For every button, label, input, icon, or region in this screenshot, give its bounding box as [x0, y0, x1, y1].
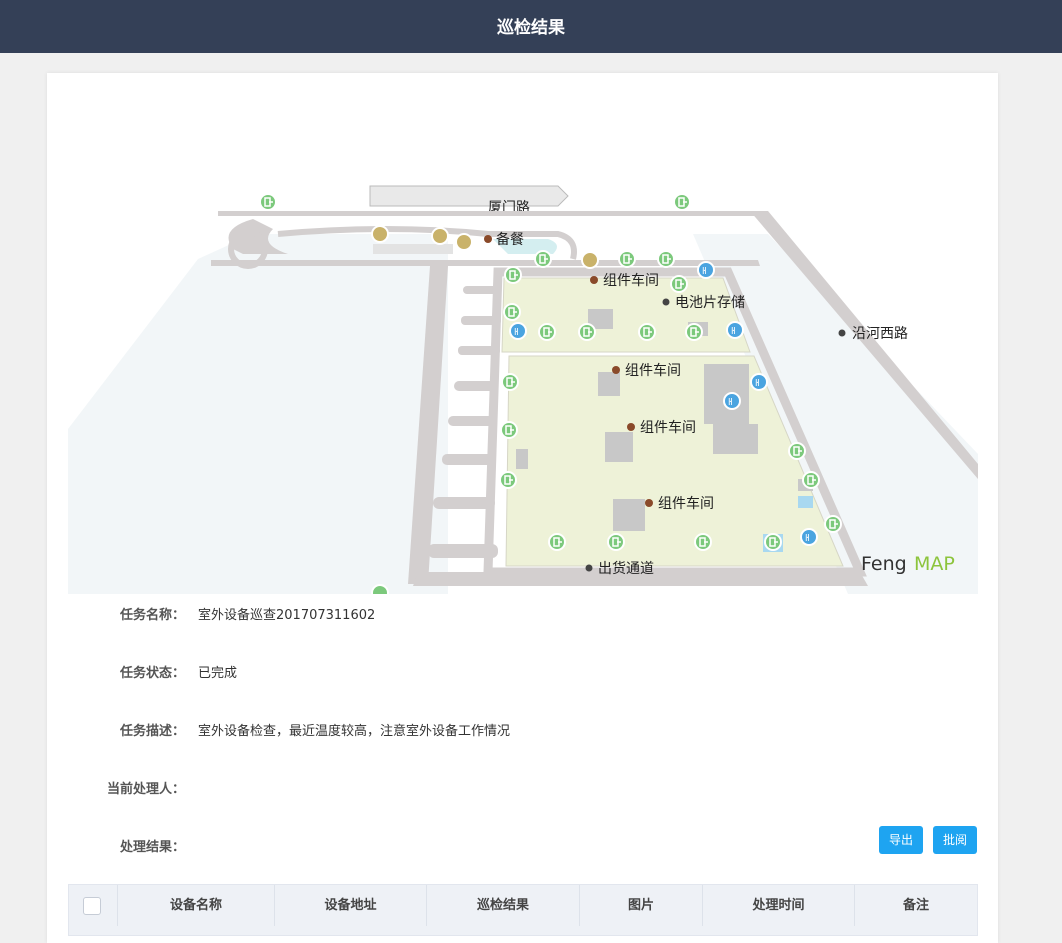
- task-status-row: 任务状态： 已完成: [47, 662, 998, 686]
- page-header: 巡检结果: [0, 0, 1062, 53]
- col-process-time[interactable]: 处理时间: [703, 885, 855, 926]
- col-image[interactable]: 图片: [580, 885, 703, 926]
- task-desc-row: 任务描述： 室外设备检查，最近温度较高，注意室外设备工作情况: [47, 720, 998, 744]
- svg-text:ŀl: ŀl: [702, 267, 707, 277]
- task-status-label: 任务状态：: [119, 666, 185, 681]
- map-watermark-feng: Feng: [861, 553, 907, 575]
- map-label-river-road: 沿河西路: [852, 326, 908, 342]
- top-building: [369, 185, 569, 207]
- select-all-header: [69, 885, 118, 926]
- page-title: 巡检结果: [497, 18, 565, 38]
- col-remark[interactable]: 备注: [855, 885, 977, 926]
- result-table: 设备名称 设备地址 巡检结果 图片 处理时间 备注: [68, 884, 978, 936]
- task-name-row: 任务名称： 室外设备巡查201707311602: [47, 604, 998, 628]
- task-name-value: 室外设备巡查201707311602: [198, 608, 376, 623]
- svg-text:ŀl: ŀl: [755, 379, 760, 389]
- col-inspection-result[interactable]: 巡检结果: [427, 885, 580, 926]
- map-label-workshop-4: 组件车间: [658, 495, 714, 512]
- task-name-label: 任务名称：: [119, 608, 185, 623]
- canteen-block: [373, 244, 453, 254]
- col-device-address[interactable]: 设备地址: [275, 885, 427, 926]
- task-result-label: 处理结果：: [119, 840, 185, 855]
- map-label-battery-storage: 电池片存储: [675, 295, 745, 311]
- map-label-workshop-3: 组件车间: [640, 419, 696, 436]
- map-watermark-map: MAP: [914, 553, 955, 575]
- task-handler-row: 当前处理人：: [47, 778, 998, 802]
- map-label-workshop-2: 组件车间: [625, 362, 681, 379]
- floor-map-canvas[interactable]: 厦门路 ŀl ŀl ŀl ŀl ŀl ŀl 备餐 组件车间 电池片存储 沿河西路…: [68, 94, 978, 594]
- col-device-name[interactable]: 设备名称: [118, 885, 275, 926]
- map-label-shipping: 出货通道: [598, 560, 654, 577]
- svg-text:ŀl: ŀl: [728, 398, 733, 408]
- task-handler-label: 当前处理人：: [106, 782, 185, 797]
- map-label-workshop-1: 组件车间: [603, 272, 659, 289]
- svg-text:ŀl: ŀl: [731, 327, 736, 337]
- zone-upper: [501, 277, 751, 353]
- ground-left: [68, 234, 448, 594]
- result-card: 厦门路 ŀl ŀl ŀl ŀl ŀl ŀl 备餐 组件车间 电池片存储 沿河西路…: [47, 73, 998, 943]
- task-desc-value: 室外设备检查，最近温度较高，注意室外设备工作情况: [198, 724, 511, 739]
- map-label-canteen: 备餐: [496, 231, 524, 248]
- task-desc-label: 任务描述：: [119, 724, 185, 739]
- select-all-checkbox[interactable]: [83, 897, 101, 915]
- task-status-value: 已完成: [198, 666, 238, 681]
- export-button[interactable]: 导出: [879, 826, 923, 854]
- road-top: [218, 211, 768, 216]
- svg-text:ŀl: ŀl: [514, 328, 519, 338]
- floor-map[interactable]: 厦门路 ŀl ŀl ŀl ŀl ŀl ŀl 备餐 组件车间 电池片存储 沿河西路…: [68, 94, 978, 594]
- svg-text:ŀl: ŀl: [805, 534, 810, 544]
- task-result-row: 处理结果：: [47, 836, 998, 860]
- review-button[interactable]: 批阅: [933, 826, 977, 854]
- road-second: [211, 260, 760, 266]
